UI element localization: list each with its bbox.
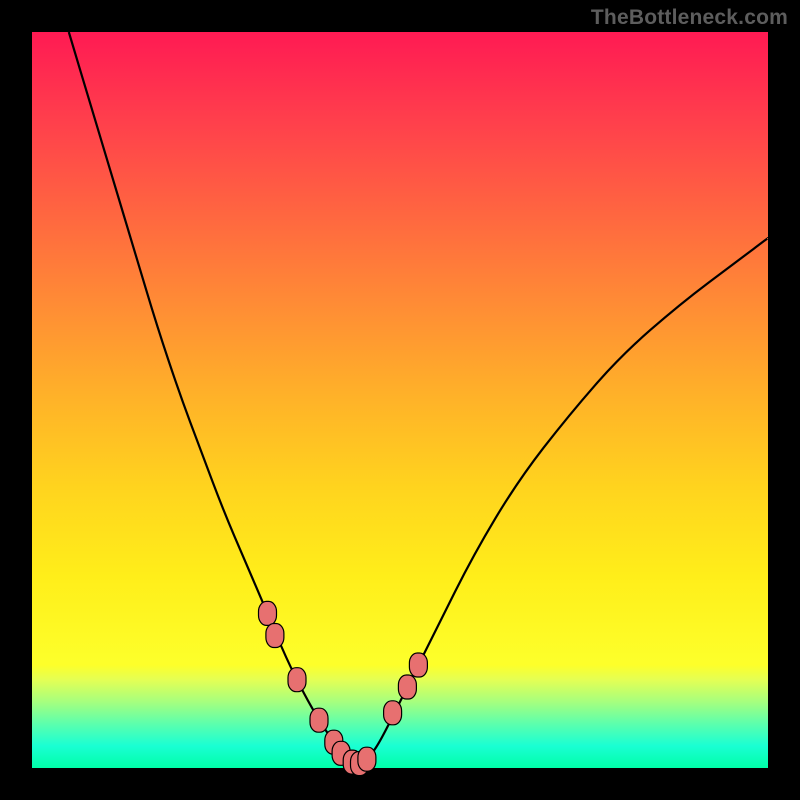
curve-layer: [32, 32, 768, 768]
marker-group: [259, 601, 428, 775]
curve-marker: [358, 747, 376, 771]
watermark-text: TheBottleneck.com: [591, 6, 788, 30]
curve-marker: [398, 675, 416, 699]
curve-marker: [310, 708, 328, 732]
curve-marker: [288, 668, 306, 692]
curve-marker: [259, 601, 277, 625]
curve-marker: [384, 701, 402, 725]
chart-frame: TheBottleneck.com: [0, 0, 800, 800]
curve-marker: [266, 624, 284, 648]
curve-marker: [409, 653, 427, 677]
